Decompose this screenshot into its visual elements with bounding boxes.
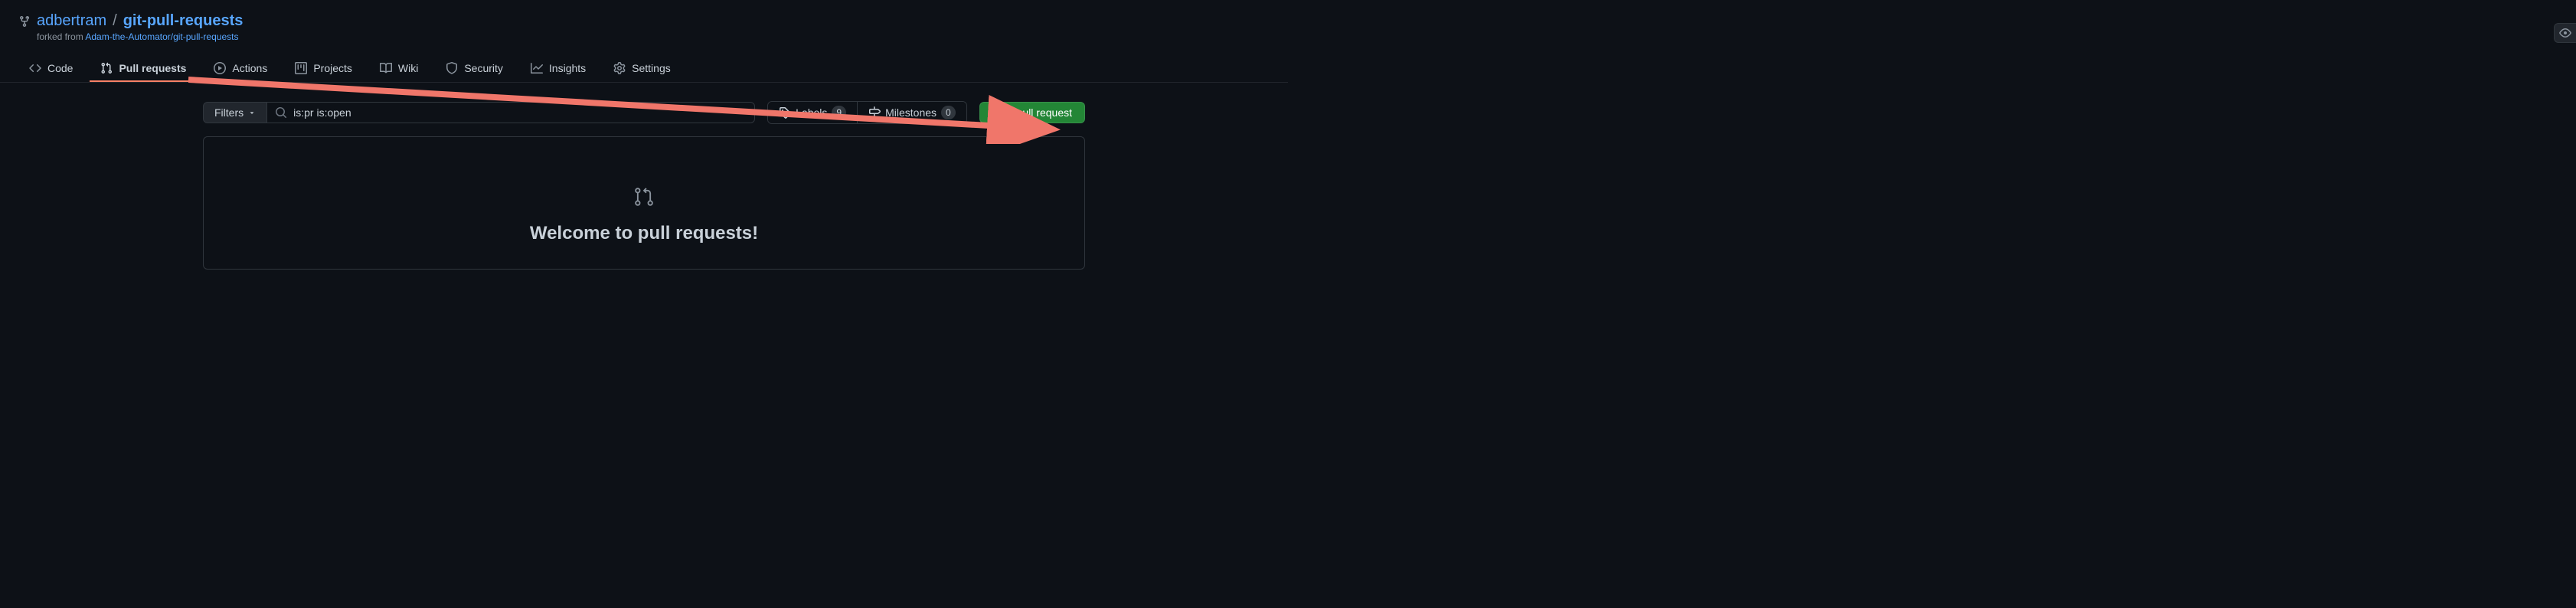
tab-label: Code (47, 62, 73, 74)
tab-wiki[interactable]: Wiki (369, 56, 429, 82)
milestone-icon (868, 106, 881, 119)
tab-settings[interactable]: Settings (603, 56, 682, 82)
project-icon (295, 62, 307, 74)
tab-actions[interactable]: Actions (203, 56, 278, 82)
tab-label: Insights (549, 62, 586, 74)
forked-from: forked from Adam-the-Automator/git-pull-… (37, 31, 1270, 42)
tab-projects[interactable]: Projects (284, 56, 363, 82)
forked-from-prefix: forked from (37, 31, 85, 42)
tab-label: Wiki (398, 62, 418, 74)
gear-icon (613, 62, 626, 74)
caret-down-icon (248, 109, 256, 116)
labels-count: 9 (832, 106, 846, 119)
shield-icon (446, 62, 458, 74)
forked-from-link[interactable]: Adam-the-Automator/git-pull-requests (85, 31, 238, 42)
tab-security[interactable]: Security (435, 56, 514, 82)
tab-label: Pull requests (119, 62, 186, 74)
eye-icon (2559, 27, 2571, 39)
labels-button[interactable]: Labels 9 (768, 102, 857, 123)
fork-icon (18, 15, 31, 28)
graph-icon (531, 62, 543, 74)
tab-label: Projects (313, 62, 352, 74)
tag-icon (779, 106, 791, 119)
filter-bar: Filters Labels 9 Milestones 0 New pull r… (203, 101, 1085, 124)
repo-owner-link[interactable]: adbertram (37, 12, 106, 30)
welcome-title: Welcome to pull requests! (228, 223, 1060, 244)
search-field[interactable] (267, 102, 755, 123)
new-pull-request-button[interactable]: New pull request (979, 102, 1085, 123)
repo-tabs: Code Pull requests Actions Projects Wiki… (0, 56, 1288, 83)
welcome-panel: Welcome to pull requests! (203, 136, 1085, 270)
search-icon (275, 106, 287, 119)
labels-label: Labels (796, 106, 827, 119)
tab-label: Security (464, 62, 503, 74)
code-icon (29, 62, 41, 74)
repo-title: adbertram / git-pull-requests (18, 12, 1270, 30)
pull-request-icon (100, 62, 113, 74)
path-separator: / (113, 12, 117, 30)
milestones-label: Milestones (885, 106, 937, 119)
milestones-count: 0 (941, 106, 956, 119)
repo-name-link[interactable]: git-pull-requests (123, 12, 244, 30)
book-icon (380, 62, 392, 74)
search-input[interactable] (293, 106, 747, 119)
tab-code[interactable]: Code (18, 56, 83, 82)
watch-button[interactable] (2554, 23, 2576, 43)
tab-insights[interactable]: Insights (520, 56, 597, 82)
play-icon (214, 62, 226, 74)
tab-label: Actions (232, 62, 267, 74)
milestones-button[interactable]: Milestones 0 (857, 102, 966, 123)
filters-button[interactable]: Filters (203, 102, 267, 123)
pull-request-large-icon (228, 186, 1060, 208)
tab-pull-requests[interactable]: Pull requests (90, 56, 197, 82)
filters-label: Filters (214, 106, 244, 119)
tab-label: Settings (632, 62, 671, 74)
